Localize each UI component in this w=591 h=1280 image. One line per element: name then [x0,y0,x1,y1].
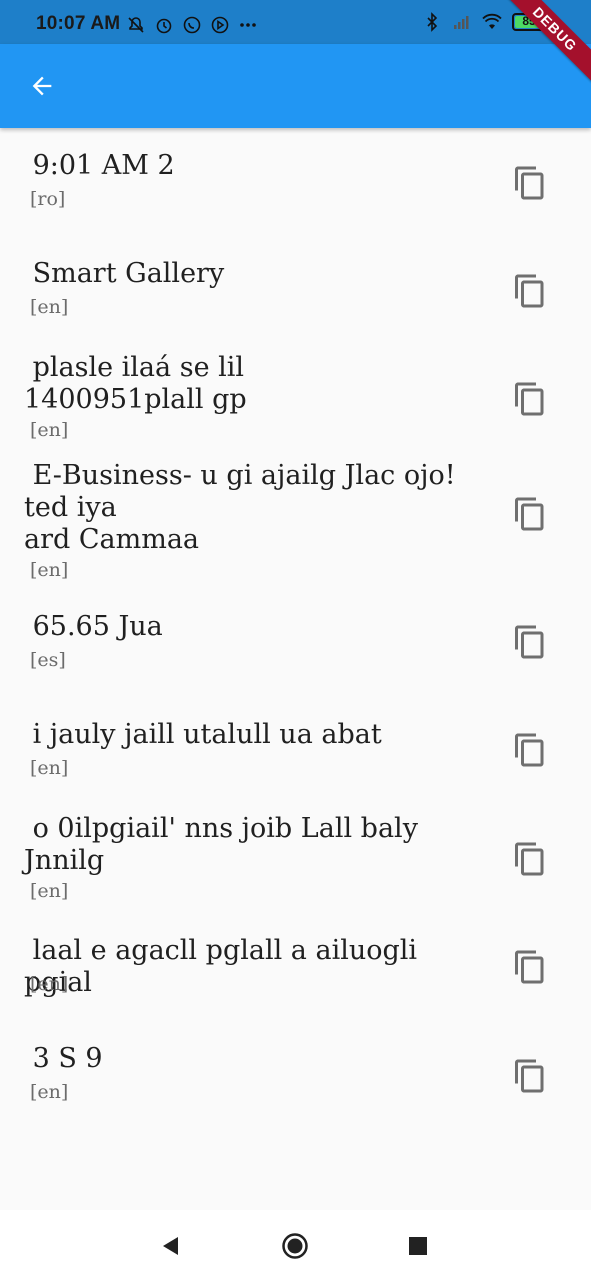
nav-home-icon [282,1233,308,1259]
bluetooth-icon [427,12,438,32]
copy-button[interactable] [506,943,554,991]
copy-button[interactable] [506,726,554,774]
copy-button[interactable] [506,375,554,423]
item-text: 65.65 Jua [24,611,163,642]
nav-back-icon [163,1237,178,1255]
item-text: 9:01 AM 2 [24,150,175,181]
item-language: [en] [30,419,69,441]
item-text: i jauly jaill utalull ua abat [24,719,382,750]
item-text: E-Business- u gi ajailg Jlac ojo! ted iy… [24,460,456,555]
app-bar [0,44,591,128]
do-not-disturb-icon [128,17,144,33]
back-button[interactable] [20,64,64,108]
copy-icon [515,166,544,200]
whatsapp-icon [183,16,201,34]
more-dots-icon [240,23,256,27]
copy-icon [515,382,544,416]
item-text: plasle ilaá se lil 1400951plall gp [24,352,247,415]
wifi-icon [482,13,502,29]
item-text: o 0ilpgiail' nns joib Lall baly Jnnilg [24,813,418,876]
copy-icon [515,625,544,659]
copy-icon [515,733,544,767]
item-text: laal e agacll pglall a ailuogli pgial [24,935,426,998]
item-language: [es] [30,649,66,671]
play-icon [211,16,229,34]
item-text: 3 S 9 [24,1043,103,1074]
copy-button[interactable] [506,1052,554,1100]
item-language: [en] [30,757,69,779]
nav-back-button[interactable] [153,1228,189,1264]
copy-button[interactable] [506,490,554,538]
copy-icon [515,1059,544,1093]
item-language: [en] [30,973,69,995]
status-time: 10:07 AM [36,13,121,34]
item-language: [ro] [30,188,66,210]
item-language: [en] [30,559,69,581]
signal-icon [454,16,469,29]
item-language: [en] [30,296,69,318]
status-bar: 10:07 AM 85 [0,0,591,44]
item-language: [en] [30,1081,69,1103]
item-text: Smart Gallery [24,258,225,289]
system-nav-bar [0,1210,591,1280]
copy-icon [515,842,544,876]
copy-button[interactable] [506,835,554,883]
copy-icon [515,950,544,984]
copy-icon [515,274,544,308]
nav-recents-button[interactable] [400,1228,436,1264]
copy-icon [515,497,544,531]
item-language: [en] [30,880,69,902]
copy-button[interactable] [506,267,554,315]
copy-button[interactable] [506,159,554,207]
copy-button[interactable] [506,618,554,666]
nav-recents-icon [409,1237,427,1255]
nav-home-button[interactable] [277,1228,313,1264]
alarm-icon [156,18,172,34]
notification-icons [126,15,258,35]
arrow-back-icon [32,76,52,96]
